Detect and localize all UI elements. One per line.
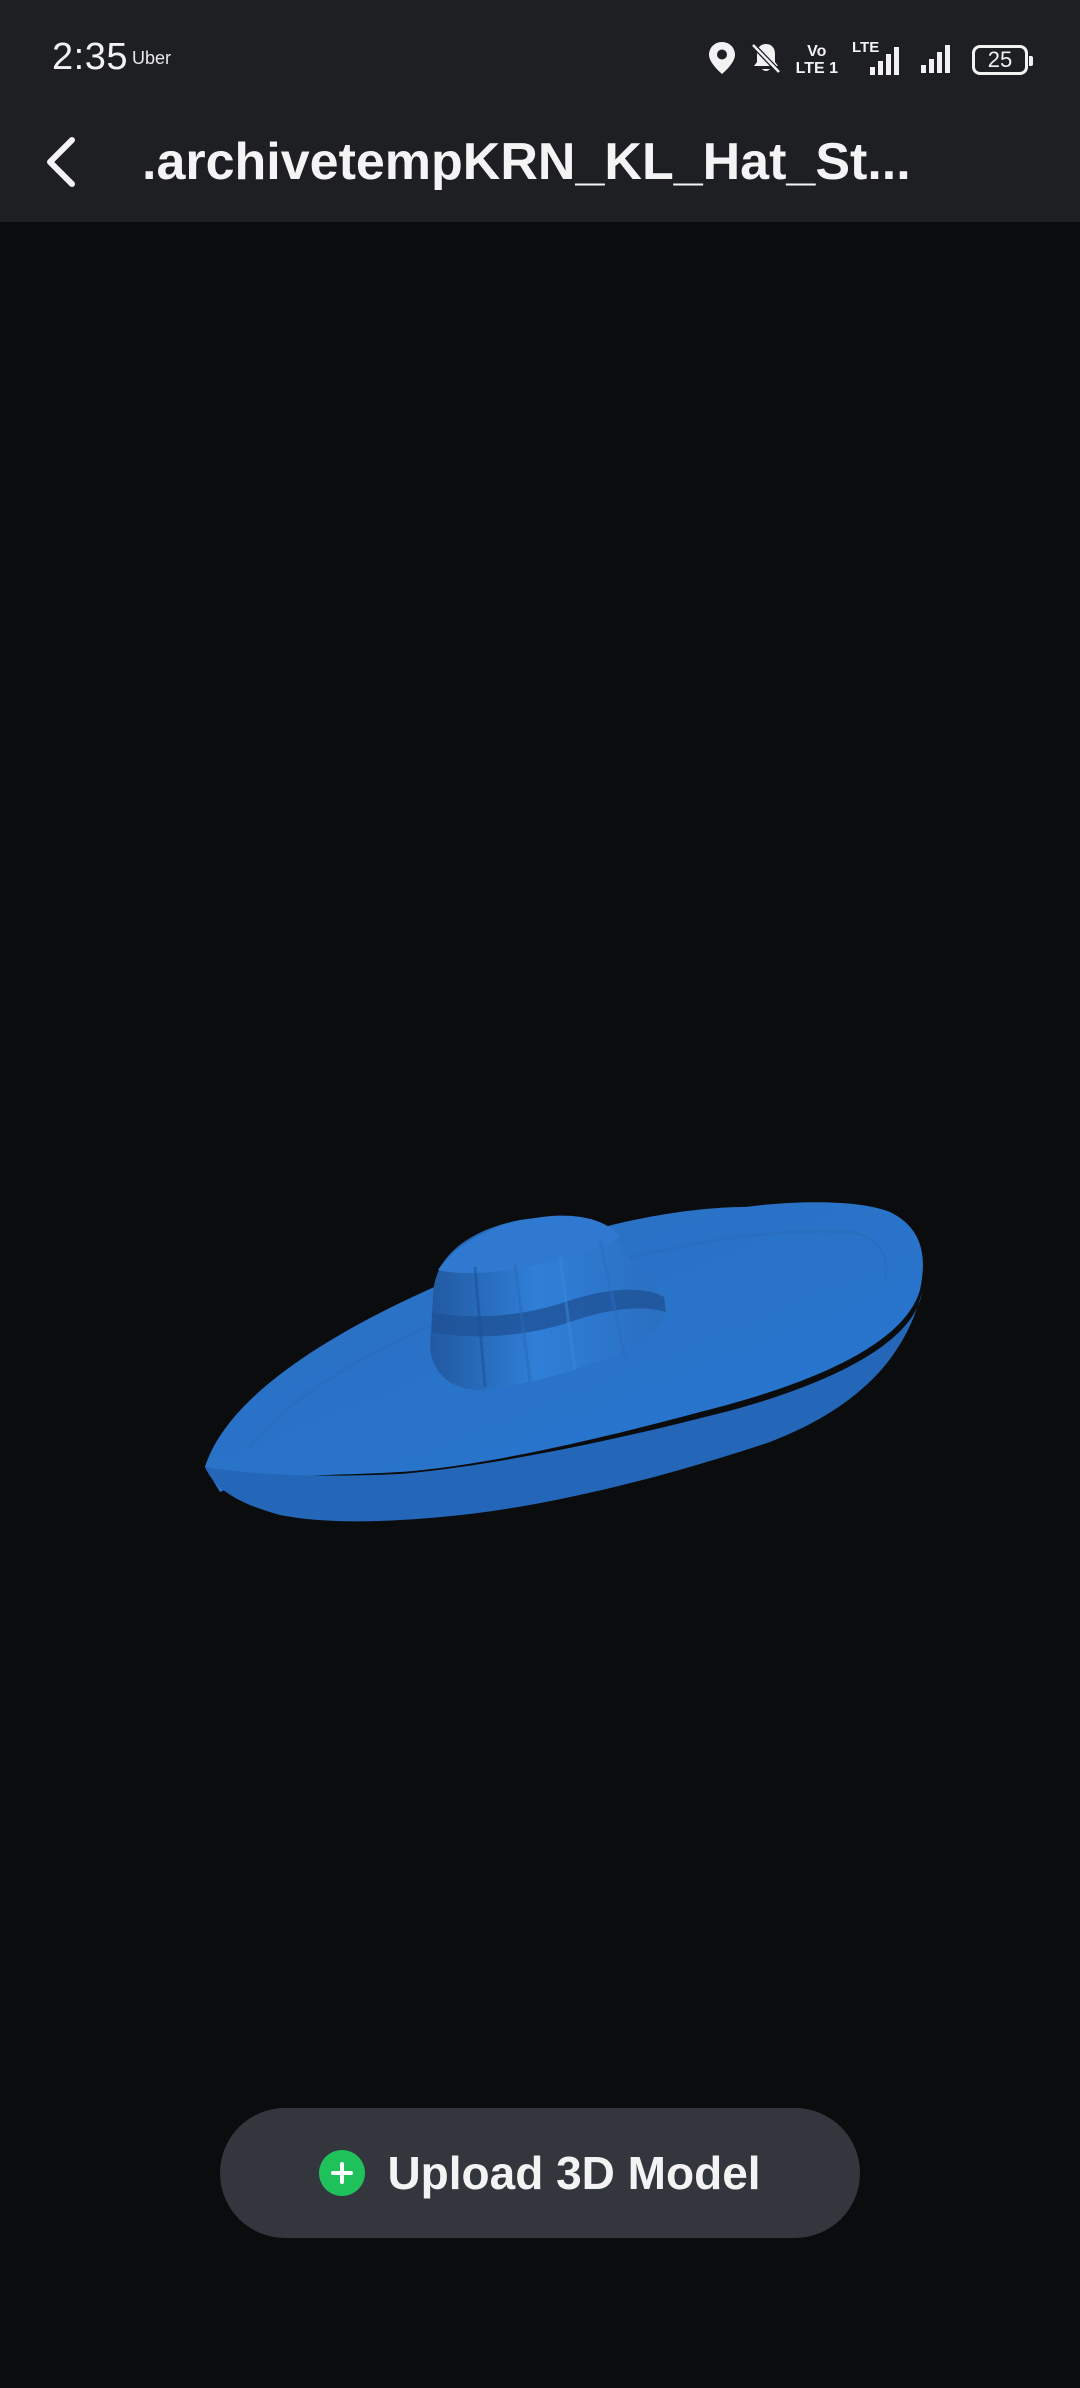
- upload-3d-model-button[interactable]: Upload 3D Model: [220, 2108, 860, 2238]
- hat-model: [205, 1202, 923, 1522]
- signal-lte-icon: LTE: [852, 39, 904, 77]
- volte-indicator: Vo LTE 1: [796, 43, 838, 77]
- model-viewer-screen: 2:35 Uber Vo LTE 1 LTE 25 .archivetempKR…: [0, 0, 1080, 2388]
- signal-icon: [918, 41, 958, 80]
- back-button[interactable]: [30, 130, 94, 194]
- top-bar: 2:35 Uber Vo LTE 1 LTE 25 .archivetempKR…: [0, 0, 1080, 222]
- status-app-notification: Uber: [132, 48, 172, 68]
- status-bar: 2:35 Uber Vo LTE 1 LTE 25: [0, 0, 1080, 118]
- app-bar: .archivetempKRN_KL_Hat_St...: [0, 118, 1080, 222]
- 3d-model-viewport[interactable]: [0, 222, 1080, 2388]
- volte-top-label: Vo: [807, 43, 827, 60]
- volte-bottom-label: LTE 1: [795, 60, 838, 77]
- back-arrow-icon: [47, 137, 75, 187]
- location-icon: [708, 41, 736, 80]
- battery-level: 25: [987, 47, 1013, 72]
- battery-indicator: 25: [972, 45, 1033, 75]
- upload-button-label: Upload 3D Model: [387, 2147, 761, 2199]
- plus-icon: [319, 2150, 366, 2196]
- model-file-title: .archivetempKRN_KL_Hat_St...: [142, 133, 911, 191]
- lte-label: LTE: [852, 39, 880, 56]
- status-time: 2:35: [52, 36, 128, 78]
- status-icons: Vo LTE 1 LTE 25: [708, 38, 1033, 82]
- notifications-muted-icon: [750, 41, 782, 80]
